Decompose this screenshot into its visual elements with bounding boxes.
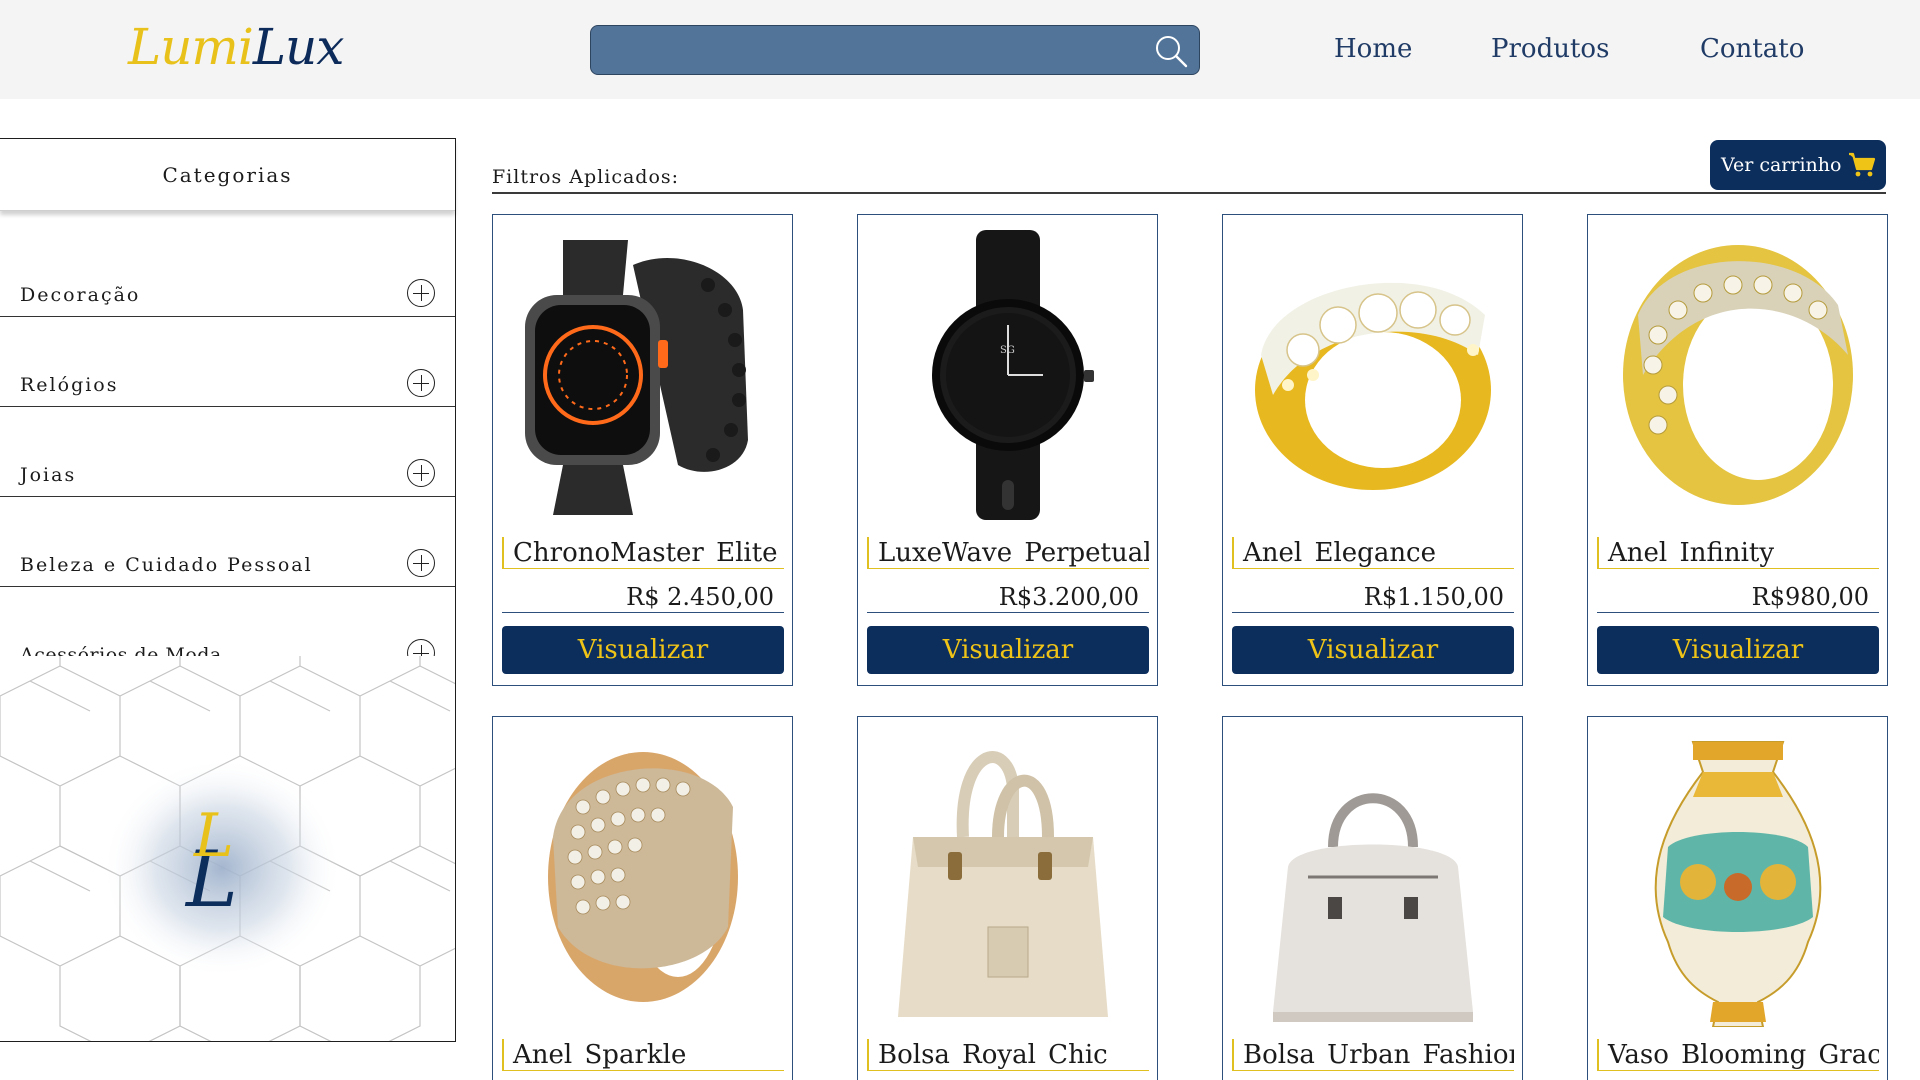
categories-title: Categorias [0,139,455,211]
sidebar-decorative-banner: L L [0,656,455,1041]
expand-plus-icon[interactable] [407,279,435,307]
filters-divider [492,192,1886,194]
product-name: LuxeWave Perpetual [867,537,1149,569]
product-card[interactable]: ChronoMaster Elite R$ 2.450,00 Visualiza… [492,214,793,686]
category-label: Decoração [20,284,141,306]
category-label: Relógios [20,374,119,396]
product-name: Anel Infinity [1597,537,1879,569]
filters-applied-label: Filtros Aplicados: [492,166,680,188]
view-product-button[interactable]: Visualizar [1232,626,1514,674]
product-card[interactable]: SG LuxeWave Perpetual R$3.200,00 Visuali… [857,214,1158,686]
product-name: Bolsa Royal Chic [867,1039,1149,1071]
product-price: R$ 2.450,00 [502,581,784,613]
nav-products-link[interactable]: Produtos [1491,34,1609,64]
nav-home-link[interactable]: Home [1334,34,1412,64]
expand-plus-icon[interactable] [407,549,435,577]
svg-text:SG: SG [1000,345,1015,356]
category-item-decoracao[interactable]: Decoração [0,227,455,317]
product-card[interactable]: Anel Sparkle [492,716,793,1080]
cart-button-label: Ver carrinho [1721,154,1842,176]
handbag-image [1273,793,1473,1022]
wristwatch-image: SG [932,230,1094,520]
view-cart-button[interactable]: Ver carrinho [1710,140,1886,190]
category-item-joias[interactable]: Joias [0,407,455,497]
product-name: Anel Elegance [1232,537,1514,569]
product-name: Anel Sparkle [502,1039,784,1071]
view-product-button[interactable]: Visualizar [502,626,784,674]
brand-logo-part1: Lumi [128,18,254,76]
diamond-ring-image [548,752,738,1002]
product-card[interactable]: Anel Elegance R$1.150,00 Visualizar [1222,214,1523,686]
product-card[interactable]: Bolsa Urban Fashion [1222,716,1523,1080]
brand-logo[interactable]: LumiLux [128,18,345,76]
view-product-button[interactable]: Visualizar [1597,626,1879,674]
product-card[interactable]: Bolsa Royal Chic [857,716,1158,1080]
product-name: Vaso Blooming Grace [1597,1039,1879,1071]
category-item-beleza[interactable]: Beleza e Cuidado Pessoal [0,497,455,587]
product-card[interactable]: Anel Infinity R$980,00 Visualizar [1587,214,1888,686]
product-price: R$3.200,00 [867,581,1149,613]
svg-text:L: L [193,801,234,871]
search-icon[interactable] [1153,33,1189,69]
expand-plus-icon[interactable] [407,369,435,397]
category-item-relogios[interactable]: Relógios [0,317,455,407]
shopping-cart-icon [1849,152,1876,177]
view-product-button[interactable]: Visualizar [867,626,1149,674]
handbag-image [898,751,1108,1017]
product-name: Bolsa Urban Fashion [1232,1039,1514,1071]
product-price: R$980,00 [1597,581,1879,613]
category-label: Beleza e Cuidado Pessoal [20,554,313,576]
top-header: LumiLux Home Produtos Contato [0,0,1920,99]
category-label: Joias [20,464,77,486]
search-input[interactable] [590,25,1200,75]
nav-contact-link[interactable]: Contato [1700,34,1804,64]
brand-logo-part2: Lux [252,18,345,76]
band-ring-image [1623,245,1853,505]
product-name: ChronoMaster Elite [502,537,784,569]
category-sidebar: Categorias Decoração Relógios Joias Bele… [0,138,456,1042]
product-card[interactable]: Vaso Blooming Grace [1587,716,1888,1080]
smartwatch-image [525,240,748,515]
gold-ring-image [1255,282,1491,490]
product-price: R$1.150,00 [1232,581,1514,613]
expand-plus-icon[interactable] [407,459,435,487]
geometric-pattern-icon: L L [0,656,455,1041]
vase-image [1654,741,1822,1027]
